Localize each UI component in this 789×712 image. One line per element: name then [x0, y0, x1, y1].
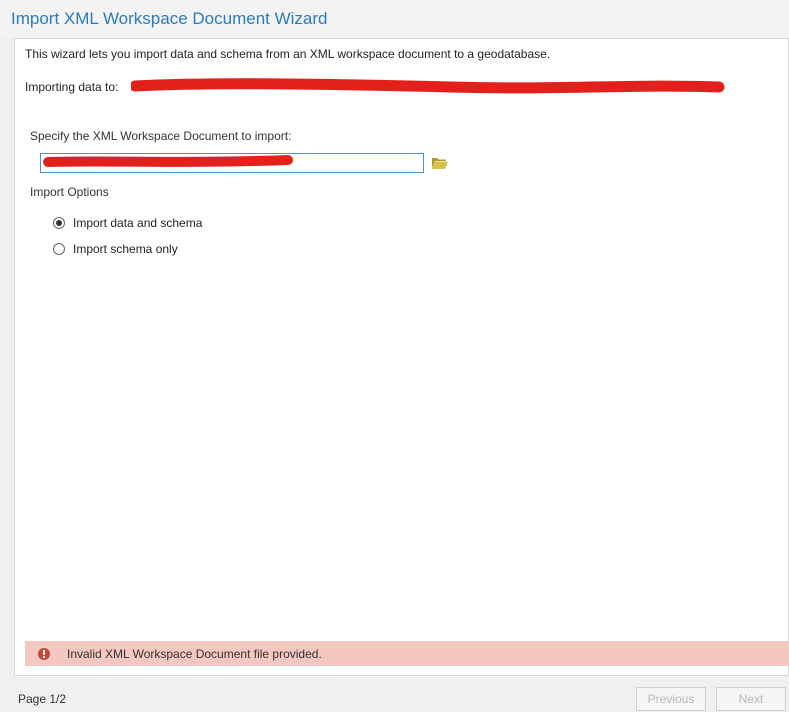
wizard-panel: This wizard lets you import data and sch…	[14, 38, 789, 676]
import-options-label: Import Options	[30, 185, 109, 199]
error-message: Invalid XML Workspace Document file prov…	[67, 646, 322, 661]
title-bar: Import XML Workspace Document Wizard	[0, 0, 789, 38]
intro-text: This wizard lets you import data and sch…	[25, 47, 551, 61]
specify-document-label: Specify the XML Workspace Document to im…	[30, 129, 292, 143]
page-indicator: Page 1/2	[18, 692, 67, 706]
error-exclamation-icon	[38, 647, 50, 660]
wizard-title: Import XML Workspace Document Wizard	[11, 9, 328, 28]
radio-button-unchecked[interactable]	[53, 243, 65, 255]
radio-label: Import data and schema	[73, 216, 203, 230]
redacted-destination-path	[131, 78, 725, 94]
radio-label: Import schema only	[73, 242, 178, 256]
importing-data-label: Importing data to:	[25, 80, 119, 94]
redacted-document-path	[43, 155, 293, 167]
radio-import-schema-only[interactable]: Import schema only	[53, 242, 178, 256]
next-button[interactable]: Next	[716, 687, 786, 711]
error-banner: Invalid XML Workspace Document file prov…	[25, 641, 789, 666]
folder-open-icon[interactable]	[431, 156, 449, 170]
previous-button[interactable]: Previous	[636, 687, 706, 711]
radio-import-data-and-schema[interactable]: Import data and schema	[53, 216, 202, 230]
radio-button-checked[interactable]	[53, 217, 65, 229]
